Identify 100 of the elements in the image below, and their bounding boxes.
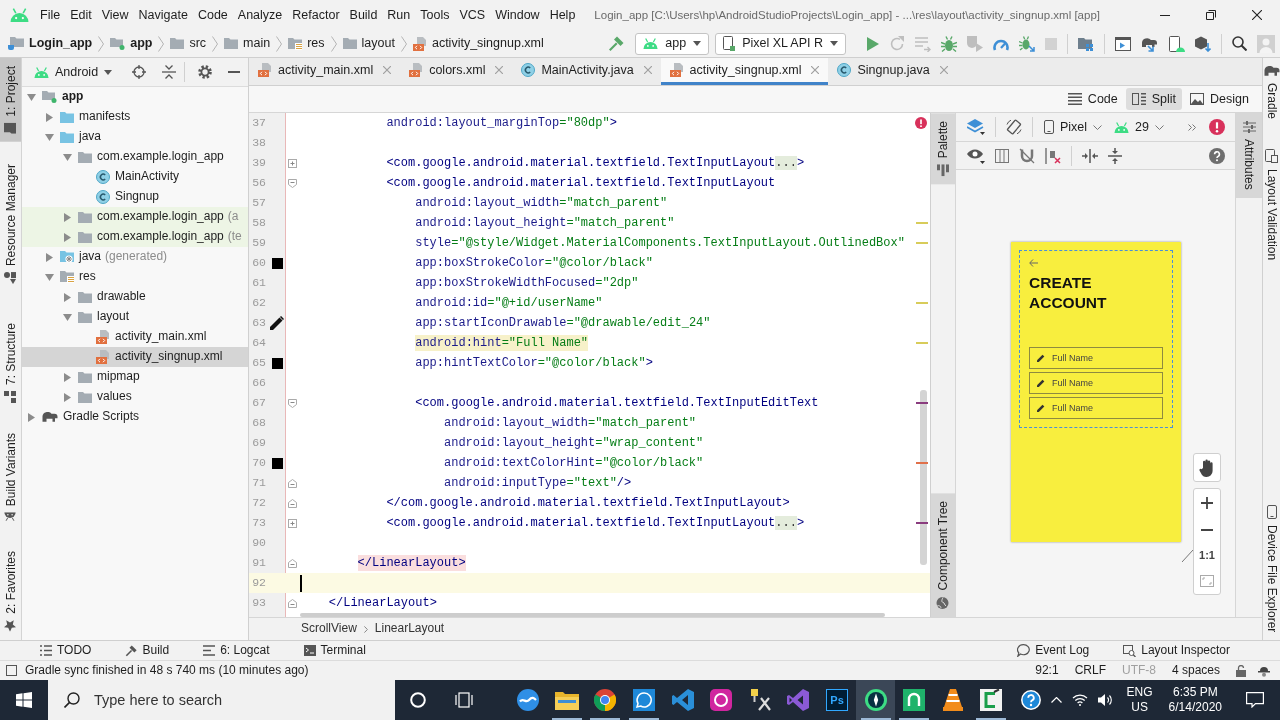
tool-window-tab[interactable]: Attributes [1236, 113, 1262, 198]
text-field[interactable]: Full Name [1029, 372, 1163, 394]
tool-window-tab[interactable]: Component Tree [931, 492, 955, 617]
triangle-right-icon[interactable] [28, 412, 35, 422]
tool-window-tab[interactable]: Layout Validation [1263, 141, 1280, 269]
menu-item[interactable]: Edit [65, 0, 97, 30]
tree-item[interactable]: app [22, 87, 248, 107]
error-icon[interactable] [1209, 119, 1225, 135]
text-field[interactable]: Full Name [1029, 347, 1163, 369]
tool-window-button[interactable]: Event Log [1009, 642, 1098, 659]
vertical-scrollbar[interactable] [920, 390, 927, 565]
tree-item[interactable]: java (generated) [22, 247, 248, 267]
magnet-slash-icon[interactable] [1019, 147, 1035, 164]
close-icon[interactable] [643, 66, 652, 74]
triangle-right-icon[interactable] [46, 252, 53, 262]
fold-minus-icon[interactable] [288, 398, 297, 408]
triangle-right-icon[interactable] [64, 372, 71, 382]
triangle-down-icon[interactable] [45, 133, 54, 141]
status-widget[interactable]: 4 spaces [1163, 662, 1228, 679]
tool-window-tab[interactable]: Device File Explorer [1263, 496, 1280, 640]
tree-item[interactable]: com.example.login_app (a [22, 207, 248, 227]
view-mode-button[interactable]: Code [1061, 87, 1124, 111]
view-mode-button[interactable]: Design [1184, 87, 1255, 111]
editor-tab[interactable]: activity_main.xml [249, 58, 401, 85]
breadcrumb[interactable]: layout [340, 30, 397, 57]
collapse-arrows-icon[interactable] [162, 65, 177, 79]
tool-window-tab[interactable]: Palette [931, 113, 955, 185]
fold-end-icon[interactable] [288, 498, 297, 508]
breadcrumb[interactable]: res [286, 30, 327, 57]
square-icon[interactable] [6, 665, 17, 676]
run-configuration-dropdown[interactable]: app [635, 32, 710, 55]
eye-icon[interactable] [967, 147, 985, 164]
tree-item[interactable]: MainActivity [22, 167, 248, 187]
padlock-icon[interactable] [1236, 664, 1246, 677]
triangle-down-icon[interactable] [63, 153, 72, 161]
tool-window-button[interactable]: Build [117, 642, 178, 659]
tree-item[interactable]: res [22, 267, 248, 287]
settings-icon[interactable] [198, 65, 213, 79]
text-field[interactable]: Full Name [1029, 397, 1163, 419]
bug-icon[interactable] [941, 35, 957, 52]
tool-window-tab[interactable]: 7: Structure [0, 315, 21, 412]
triangle-right-icon[interactable] [64, 292, 71, 302]
editor-tab[interactable]: activity_singnup.xml [660, 58, 829, 85]
fold-end-icon[interactable] [288, 598, 297, 608]
close-icon[interactable] [939, 66, 948, 74]
bug-arrow-icon[interactable] [1019, 35, 1035, 52]
folder-grid-icon[interactable] [1078, 36, 1094, 51]
tree-item[interactable]: values [22, 387, 248, 407]
resize-handle-icon[interactable] [1182, 550, 1193, 562]
horizontal-scrollbar[interactable] [300, 613, 885, 617]
menu-item[interactable]: VCS [454, 0, 491, 30]
device-dropdown[interactable]: Pixel [1038, 118, 1109, 136]
fold-plus-icon[interactable] [288, 518, 297, 528]
triangle-down-icon[interactable] [27, 93, 36, 101]
triangle-down-icon[interactable] [45, 273, 54, 281]
menu-item[interactable]: File [35, 0, 66, 30]
breadcrumb[interactable]: Login_app [6, 30, 95, 57]
fold-plus-icon[interactable] [288, 158, 297, 168]
tool-window-tab[interactable]: Resource Manager [0, 155, 21, 292]
pencil-icon[interactable] [270, 316, 284, 330]
window-play-icon[interactable] [1115, 36, 1131, 51]
tool-window-button[interactable]: 6: Logcat [195, 642, 278, 659]
tool-window-button[interactable]: Layout Inspector [1115, 642, 1238, 659]
triangle-right-icon[interactable] [46, 112, 53, 122]
menu-item[interactable]: Navigate [133, 0, 193, 30]
tree-item[interactable]: com.example.login_app (te [22, 227, 248, 247]
hammer-icon[interactable] [608, 35, 625, 52]
fold-minus-icon[interactable] [288, 178, 297, 188]
breadcrumb[interactable]: ScrollView [301, 621, 357, 637]
color-swatch-icon[interactable] [271, 457, 283, 469]
device-dropdown[interactable]: Pixel XL API R [715, 32, 846, 55]
actual-size-button[interactable]: 1:1 [1193, 543, 1221, 567]
menu-item[interactable]: Build [344, 0, 383, 30]
minus-icon[interactable] [228, 71, 241, 73]
search-field[interactable]: Type here to search [48, 680, 395, 720]
distribute-horizontal-icon[interactable] [1082, 148, 1098, 163]
menu-item[interactable]: Run [382, 0, 416, 30]
tool-window-tab[interactable]: Gradle [1263, 58, 1280, 128]
breadcrumb[interactable]: src [168, 30, 209, 57]
breadcrumb[interactable]: activity_singnup.xml [410, 30, 546, 57]
double-chevron-icon[interactable] [1188, 123, 1196, 131]
close-icon[interactable] [383, 66, 392, 74]
menu-item[interactable]: Help [544, 0, 581, 30]
tree-item[interactable]: com.example.login_app [22, 147, 248, 167]
tool-window-button[interactable]: Terminal [295, 642, 374, 659]
triangle-right-icon[interactable] [64, 392, 71, 402]
status-widget[interactable]: 92:1 [1027, 662, 1067, 679]
menu-item[interactable]: Window [490, 0, 545, 30]
error-icon[interactable] [915, 117, 927, 129]
triangle-right-icon[interactable] [64, 232, 71, 242]
rotate-phone-icon[interactable] [1006, 119, 1022, 135]
tree-item[interactable]: Gradle Scripts [22, 407, 248, 427]
tool-window-tab[interactable]: Build Variants [0, 425, 21, 530]
columns-icon[interactable] [995, 148, 1009, 163]
clear-constraints-icon[interactable] [1045, 147, 1061, 164]
elephant-arrow-icon[interactable] [1141, 35, 1159, 52]
tree-item[interactable]: Singnup [22, 187, 248, 207]
language-button[interactable]: ENG US [1118, 685, 1161, 715]
play-icon[interactable] [867, 36, 879, 51]
view-mode-button[interactable]: Split [1125, 87, 1183, 111]
